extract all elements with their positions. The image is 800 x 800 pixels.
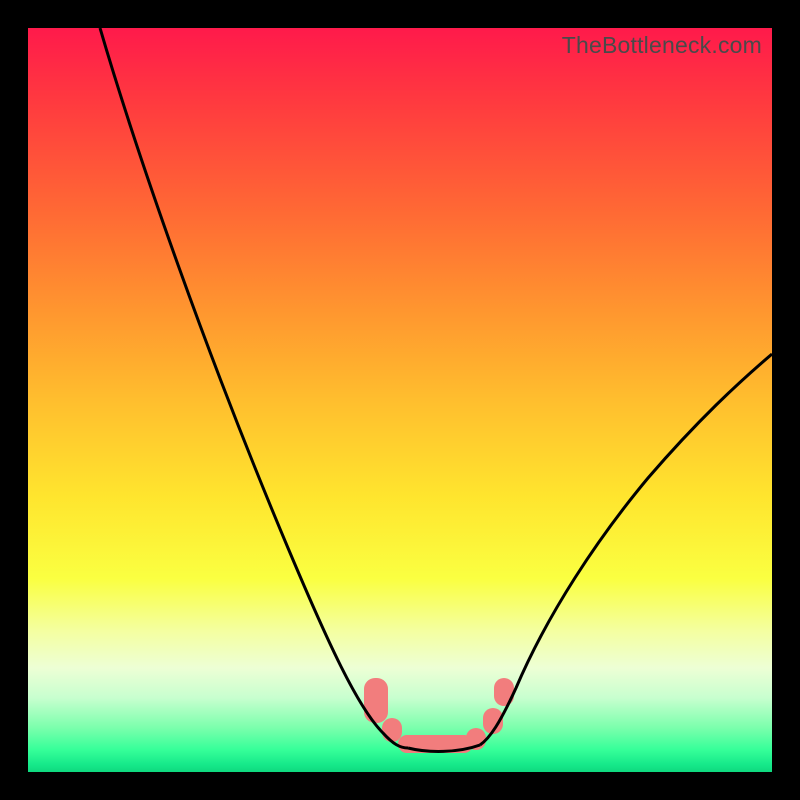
chart-curve-layer [28,28,772,772]
chart-plot-area: TheBottleneck.com [28,28,772,772]
curve-right-branch [480,354,772,745]
chart-frame: TheBottleneck.com [0,0,800,800]
valley-markers [364,678,514,753]
curve-left-branch [100,28,408,748]
